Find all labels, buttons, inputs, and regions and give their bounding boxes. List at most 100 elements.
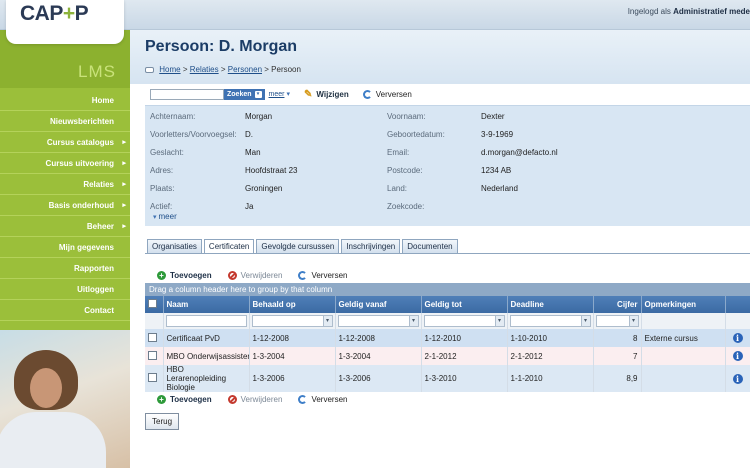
column-cijfer[interactable]: Cijfer (593, 296, 642, 313)
search-options-icon[interactable]: ▾ (254, 90, 262, 98)
detail-value: 1234 AB (481, 166, 512, 175)
filter-geldig-tot[interactable]: ▾ (423, 315, 505, 327)
row-checkbox[interactable] (148, 332, 157, 342)
sidebar-item-home[interactable]: Home (0, 90, 130, 111)
sidebar-item-label: Beheer (86, 222, 114, 231)
detail-label: Voornaam: (387, 112, 426, 121)
refresh-button[interactable]: Verversen (362, 89, 412, 99)
grid-refresh-button[interactable]: Verversen (298, 270, 347, 280)
chevron-right-icon: ▸ (122, 139, 126, 146)
group-by-area[interactable]: Drag a column header here to group by th… (145, 283, 750, 296)
detail-value: Hoofdstraat 23 (245, 166, 298, 175)
sidebar-item-label: Home (91, 96, 114, 105)
filter-naam[interactable] (165, 315, 247, 327)
delete-icon (227, 270, 237, 280)
cell-cijfer: 8,9 (593, 365, 642, 392)
filter-cijfer[interactable]: ▾ (595, 315, 639, 327)
chevron-right-icon: ▸ (122, 223, 126, 230)
detail-row: Plaats: Groningen Land: Nederland (145, 184, 750, 198)
select-all-checkbox[interactable] (148, 299, 157, 308)
detail-row: Actief: Ja Zoekcode: (145, 202, 750, 216)
cell-vanaf: 1-12-2008 (335, 329, 422, 347)
info-icon[interactable]: i (732, 351, 743, 361)
grid-toolbar-bottom: + Toevoegen Verwijderen Verversen (157, 393, 363, 405)
detail-value: 3-9-1969 (481, 130, 514, 139)
back-button[interactable]: Terug (145, 413, 180, 430)
detail-value: d.morgan@defacto.nl (481, 148, 558, 157)
breadcrumb-current: Persoon (271, 65, 301, 74)
breadcrumb-relaties[interactable]: Relaties (190, 65, 219, 74)
sidebar-item-contact[interactable]: Contact (0, 300, 130, 321)
sidebar-item-label: Cursus uitvoering (45, 159, 114, 168)
row-checkbox[interactable] (148, 373, 157, 382)
detail-row: Achternaam: Morgan Voornaam: Dexter (145, 112, 750, 126)
breadcrumb-personen[interactable]: Personen (228, 65, 262, 74)
column-behaald-op[interactable]: Behaald op (249, 296, 336, 313)
search-more-link[interactable]: meer (269, 91, 285, 98)
breadcrumb-home[interactable]: Home (159, 65, 180, 74)
search-input[interactable] (150, 88, 224, 100)
sidebar-item-label: Mijn gegevens (58, 243, 114, 252)
sidebar-item-cursus-uitvoering[interactable]: Cursus uitvoering ▸ (0, 153, 130, 174)
add-button[interactable]: + Toevoegen (157, 270, 212, 280)
certificates-grid: Drag a column header here to group by th… (145, 283, 750, 392)
add-button[interactable]: + Toevoegen (157, 394, 212, 404)
person-photo (0, 330, 130, 468)
edit-button[interactable]: ✎ Wijzigen (304, 89, 349, 100)
detail-value: Dexter (481, 112, 505, 121)
tab-documenten[interactable]: Documenten (402, 239, 458, 253)
add-icon: + (157, 394, 166, 404)
detail-label: Actief: (150, 202, 173, 211)
info-icon[interactable]: i (732, 333, 743, 343)
table-row[interactable]: HBO Lerarenopleiding Biologie 1-3-2006 1-3… (145, 365, 750, 392)
sidebar-item-beheer[interactable]: Beheer ▸ (0, 216, 130, 237)
tab-inschrijvingen[interactable]: Inschrijvingen (341, 239, 401, 253)
info-icon[interactable]: i (732, 373, 743, 384)
detail-label: Plaats: (150, 184, 175, 193)
column-opmerkingen[interactable]: Opmerkingen (641, 296, 726, 313)
delete-button[interactable]: Verwijderen (227, 270, 282, 280)
table-row[interactable]: Certificaat PvD 1-12-2008 1-12-2008 1-12-20… (145, 329, 750, 347)
sidebar-item-basis-onderhoud[interactable]: Basis onderhoud ▸ (0, 195, 130, 216)
chevron-down-icon: ▾ (286, 91, 290, 98)
sidebar-item-cursus-catalogus[interactable]: Cursus catalogus ▸ (0, 132, 130, 153)
search-button[interactable]: Zoeken ▾ (224, 88, 265, 100)
filter-geldig-vanaf[interactable]: ▾ (337, 315, 419, 327)
column-naam[interactable]: Naam (163, 296, 250, 313)
sidebar-item-label: Nieuwsberichten (49, 117, 114, 126)
tab-gevolgde-cursussen[interactable]: Gevolgde cursussen (256, 239, 340, 253)
sidebar-item-rapporten[interactable]: Rapporten (0, 258, 130, 279)
refresh-icon (362, 89, 372, 99)
page-title: Persoon: D. Morgan (145, 38, 298, 55)
tab-certificaten[interactable]: Certificaten (203, 239, 255, 254)
sidebar-item-relaties[interactable]: Relaties ▸ (0, 174, 130, 195)
column-deadline[interactable]: Deadline (507, 296, 594, 313)
chevron-right-icon: ▸ (122, 160, 126, 167)
sidebar-item-mijn-gegevens[interactable]: Mijn gegevens (0, 237, 130, 258)
delete-button[interactable]: Verwijderen (227, 394, 282, 404)
filter-deadline[interactable]: ▾ (509, 315, 591, 327)
sidebar-item-label: Basis onderhoud (48, 201, 114, 210)
cell-tot: 2-1-2012 (421, 347, 508, 365)
table-row[interactable]: MBO Onderwijsassistent 1-3-2004 1-3-2004 2-… (145, 347, 750, 365)
sidebar-item-nieuwsberichten[interactable]: Nieuwsberichten (0, 111, 130, 132)
cell-cijfer: 7 (593, 347, 642, 365)
chevron-right-icon: ▸ (122, 181, 126, 188)
sidebar-item-uitloggen[interactable]: Uitloggen (0, 279, 130, 300)
detail-label: Geboortedatum: (387, 130, 445, 139)
tab-bar: Organisaties Certificaten Gevolgde cursuss… (147, 239, 458, 254)
tab-organisaties[interactable]: Organisaties (147, 239, 202, 253)
cell-vanaf: 1-3-2004 (335, 347, 422, 365)
column-geldig-vanaf[interactable]: Geldig vanaf (335, 296, 422, 313)
grid-refresh-button[interactable]: Verversen (298, 394, 347, 404)
cell-deadline: 2-1-2012 (507, 347, 594, 365)
pencil-icon: ✎ (303, 88, 313, 100)
column-geldig-tot[interactable]: Geldig tot (421, 296, 508, 313)
filter-behaald-op[interactable]: ▾ (251, 315, 333, 327)
sidebar-item-label: Rapporten (74, 264, 114, 273)
delete-icon (227, 394, 237, 404)
cell-deadline: 1-1-2010 (507, 365, 594, 392)
logo[interactable]: CAP+P (6, 0, 124, 44)
select-all-header[interactable] (145, 296, 164, 313)
row-checkbox[interactable] (148, 350, 157, 360)
